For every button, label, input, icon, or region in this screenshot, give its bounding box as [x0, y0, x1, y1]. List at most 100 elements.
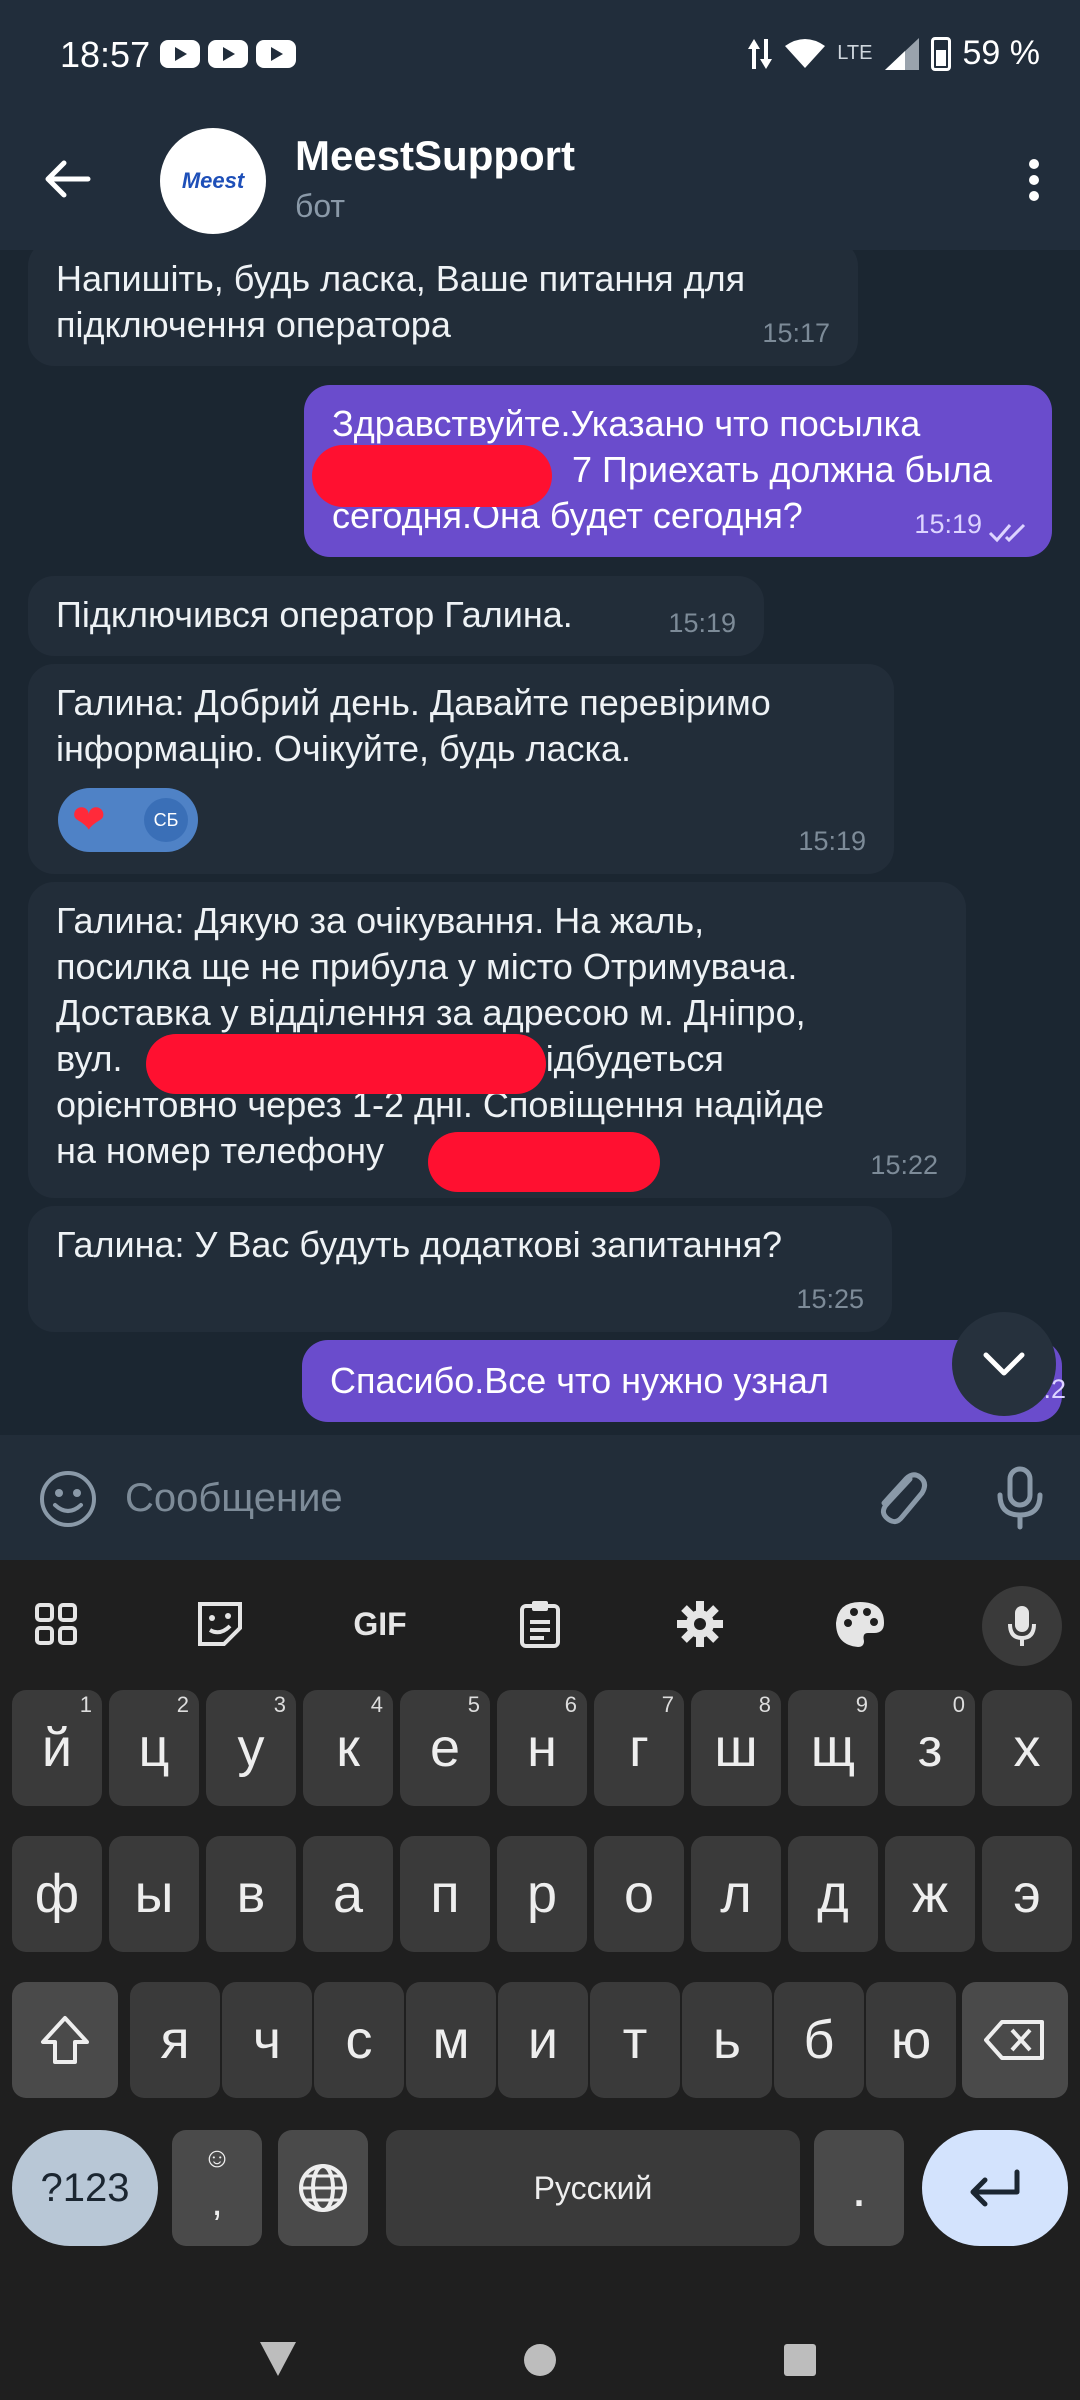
message-time: 15:22	[870, 1150, 938, 1180]
message-list[interactable]: Напишіть, будь ласка, Ваше питання для п…	[0, 250, 1080, 1435]
message-input[interactable]	[125, 1463, 825, 1533]
network-type: LTE	[837, 42, 873, 64]
message-text-line: посилка ще не прибула у місто Отримувача…	[56, 946, 798, 987]
enter-arrow-icon	[970, 2169, 1020, 2207]
symbols-key[interactable]: ?123	[12, 2130, 158, 2246]
message-time: 15:19	[668, 608, 736, 638]
system-navigation-bar	[0, 2330, 1080, 2400]
message-bubble-incoming[interactable]: Напишіть, будь ласка, Ваше питання для п…	[28, 250, 858, 366]
apps-grid-icon[interactable]	[16, 1584, 96, 1664]
back-arrow-icon[interactable]	[42, 154, 92, 204]
key[interactable]: б	[774, 1982, 864, 2098]
key[interactable]: ю	[866, 1982, 956, 2098]
clipboard-icon[interactable]	[500, 1584, 580, 1664]
key[interactable]: р	[497, 1836, 587, 1952]
key[interactable]: а	[303, 1836, 393, 1952]
key[interactable]: ш8	[691, 1690, 781, 1806]
data-arrows-icon	[748, 38, 773, 69]
settings-gear-icon[interactable]	[660, 1584, 740, 1664]
shift-arrow-icon	[41, 2016, 89, 2064]
backspace-key[interactable]	[962, 1982, 1068, 2098]
message-text-fragment: відбудеться	[526, 1038, 724, 1079]
nav-recents-icon[interactable]	[782, 2342, 818, 2378]
key[interactable]: ф	[12, 1836, 102, 1952]
key[interactable]: ы	[109, 1836, 199, 1952]
message-bubble-incoming[interactable]: Підключився оператор Галина. 15:19	[28, 576, 764, 656]
avatar[interactable]: Meest	[160, 128, 266, 234]
key[interactable]: м	[406, 1982, 496, 2098]
more-menu-icon[interactable]	[1028, 158, 1040, 202]
message-time: 15:19	[914, 509, 982, 539]
redaction-mark	[146, 1034, 546, 1094]
message-time: 15:25	[796, 1284, 864, 1314]
reaction-chip[interactable]: ❤ СБ	[58, 788, 198, 852]
globe-icon	[299, 2164, 347, 2212]
key[interactable]: п	[400, 1836, 490, 1952]
status-time: 18:57	[60, 34, 151, 75]
gif-button[interactable]: GIF	[340, 1584, 420, 1664]
shift-key[interactable]	[12, 1982, 118, 2098]
chat-header: Meest MeestSupport бот	[0, 110, 1080, 250]
period-key[interactable]: .	[814, 2130, 904, 2246]
key[interactable]: и	[498, 1982, 588, 2098]
message-bubble-outgoing[interactable]: Здравствуйте.Указано что посылка 7 Приех…	[304, 385, 1052, 557]
key[interactable]: з0	[885, 1690, 975, 1806]
meest-logo: Meest	[181, 168, 245, 193]
scroll-to-bottom-button[interactable]	[952, 1312, 1056, 1416]
message-time: 15:19	[798, 826, 866, 856]
attach-icon[interactable]	[870, 1465, 930, 1529]
key[interactable]: у3	[206, 1690, 296, 1806]
composer-bar	[0, 1435, 1080, 1560]
redaction-mark	[312, 445, 552, 507]
key[interactable]: д	[788, 1836, 878, 1952]
key[interactable]: щ9	[788, 1690, 878, 1806]
message-text-line: Доставка у відділення за адресою м. Дніп…	[56, 992, 806, 1033]
microphone-icon[interactable]	[990, 1465, 1050, 1531]
battery-percent: 59 %	[962, 34, 1041, 72]
message-bubble-outgoing[interactable]: Спасибо.Все что нужно узнал 15:2	[302, 1340, 1066, 1422]
key[interactable]: ц2	[109, 1690, 199, 1806]
youtube-notification-icon	[256, 40, 296, 68]
key[interactable]: й1	[12, 1690, 102, 1806]
key[interactable]: н6	[497, 1690, 587, 1806]
youtube-notification-icon	[208, 40, 248, 68]
message-text-line: Здравствуйте.Указано что посылка	[332, 403, 921, 444]
key[interactable]: л	[691, 1836, 781, 1952]
key[interactable]: я	[130, 1982, 220, 2098]
message-bubble-incoming[interactable]: Галина: У Вас будуть додаткові запитання…	[28, 1206, 892, 1332]
message-text-fragment: вул.	[56, 1038, 123, 1079]
nav-back-icon[interactable]	[258, 2340, 298, 2378]
key[interactable]: х	[982, 1690, 1072, 1806]
nav-home-icon[interactable]	[522, 2342, 558, 2378]
key[interactable]: в	[206, 1836, 296, 1952]
key[interactable]: ь	[682, 1982, 772, 2098]
key[interactable]: т	[590, 1982, 680, 2098]
key[interactable]: ч	[222, 1982, 312, 2098]
key[interactable]: о	[594, 1836, 684, 1952]
theme-palette-icon[interactable]	[820, 1584, 900, 1664]
status-indicators: LTE 59 %	[747, 34, 1040, 73]
space-key[interactable]: Русский	[386, 2130, 800, 2246]
message-bubble-incoming[interactable]: Галина: Дякую за очікування. На жаль, по…	[28, 882, 966, 1198]
emoji-icon[interactable]	[38, 1469, 98, 1529]
status-bar: 18:57 LTE 59 %	[0, 0, 1080, 110]
key[interactable]: с	[314, 1982, 404, 2098]
message-text-line: Галина: Добрий день. Давайте перевіримо	[56, 682, 771, 723]
comma-label: ,	[211, 2180, 223, 2224]
key[interactable]: ж	[885, 1836, 975, 1952]
sticker-icon[interactable]	[180, 1584, 260, 1664]
key[interactable]: э	[982, 1836, 1072, 1952]
chat-title[interactable]: MeestSupport	[295, 132, 575, 180]
message-text-line: Галина: Дякую за очікування. На жаль,	[56, 900, 705, 941]
voice-input-button[interactable]	[982, 1586, 1062, 1666]
message-bubble-incoming[interactable]: Галина: Добрий день. Давайте перевіримо …	[28, 664, 894, 874]
emoji-comma-key[interactable]: ☺ ,	[172, 2130, 262, 2246]
backspace-icon	[984, 2020, 1044, 2060]
language-key[interactable]	[278, 2130, 368, 2246]
message-text-line: Галина: У Вас будуть додаткові запитання…	[56, 1224, 783, 1265]
chevron-down-icon	[983, 1352, 1025, 1376]
key[interactable]: е5	[400, 1690, 490, 1806]
key[interactable]: к4	[303, 1690, 393, 1806]
enter-key[interactable]	[922, 2130, 1068, 2246]
key[interactable]: г7	[594, 1690, 684, 1806]
